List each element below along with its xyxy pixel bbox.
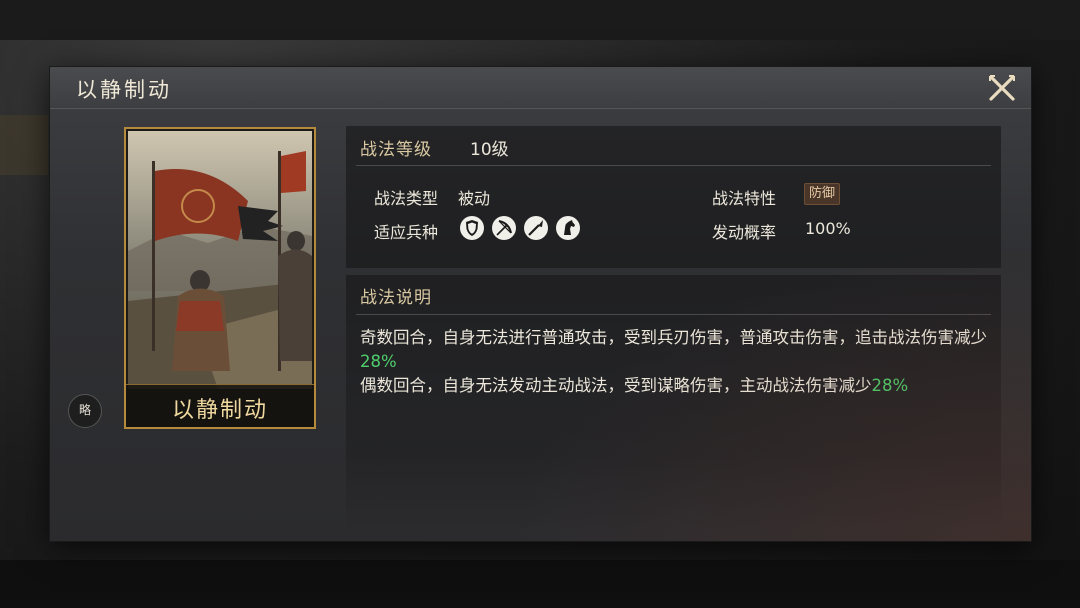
bow-icon xyxy=(492,216,516,240)
background-side-tab xyxy=(0,115,48,175)
background-top-bar xyxy=(0,0,1080,40)
troop-types-label: 适应兵种 xyxy=(374,223,439,242)
description-line2-value: 28% xyxy=(871,376,909,395)
skill-type-label: 战法类型 xyxy=(374,189,439,208)
trigger-rate-label: 发动概率 xyxy=(712,223,777,242)
shield-icon xyxy=(460,216,484,240)
skill-description-panel: 战法说明 奇数回合，自身无法进行普通攻击，受到兵刃伤害，普通攻击伤害，追击战法伤… xyxy=(346,275,1001,533)
description-text: 奇数回合，自身无法进行普通攻击，受到兵刃伤害，普通攻击伤害，追击战法伤害减少 28… xyxy=(360,326,990,398)
panel-divider xyxy=(356,165,991,166)
description-line-even-rounds: 偶数回合，自身无法发动主动战法，受到谋略伤害，主动战法伤害减少28% xyxy=(360,374,990,398)
skill-trait-label: 战法特性 xyxy=(712,189,777,208)
horse-icon xyxy=(556,216,580,240)
close-button[interactable] xyxy=(987,73,1017,103)
description-title: 战法说明 xyxy=(360,288,432,308)
panel-divider xyxy=(356,314,991,315)
card-name: 以静制动 xyxy=(171,398,268,423)
close-icon xyxy=(989,75,1015,101)
description-line1-value: 28% xyxy=(360,352,397,371)
dialog-title-bar: 以静制动 xyxy=(50,67,1031,109)
trigger-rate-value: 100% xyxy=(805,219,851,238)
skill-detail-dialog: 以静制动 以静制动 略 战法等级 10级 战法类型 被动 战法特性 防御 适应兵… xyxy=(50,67,1031,541)
skill-level-label: 战法等级 xyxy=(360,140,432,160)
skill-card: 以静制动 xyxy=(124,127,316,429)
background-bottom-bar xyxy=(0,560,1080,608)
card-artwork xyxy=(128,131,312,389)
skill-attributes-panel: 战法等级 10级 战法类型 被动 战法特性 防御 适应兵种 发动概率 100% xyxy=(346,126,1001,268)
description-line2-text: 偶数回合，自身无法发动主动战法，受到谋略伤害，主动战法伤害减少 xyxy=(360,376,872,395)
description-line1-text: 奇数回合，自身无法进行普通攻击，受到兵刃伤害，普通攻击伤害，追击战法伤害减少 xyxy=(360,328,987,347)
skill-type-value: 被动 xyxy=(458,189,491,208)
strategy-type-badge[interactable]: 略 xyxy=(68,394,102,428)
skill-trait-tag: 防御 xyxy=(804,183,841,205)
card-name-plate: 以静制动 xyxy=(126,384,314,427)
description-line-odd-rounds: 奇数回合，自身无法进行普通攻击，受到兵刃伤害，普通攻击伤害，追击战法伤害减少 28… xyxy=(360,326,990,374)
dialog-title: 以静制动 xyxy=(76,78,172,102)
strategy-badge-label: 略 xyxy=(78,403,91,417)
spear-icon xyxy=(524,216,548,240)
skill-level-value: 10级 xyxy=(470,140,509,160)
